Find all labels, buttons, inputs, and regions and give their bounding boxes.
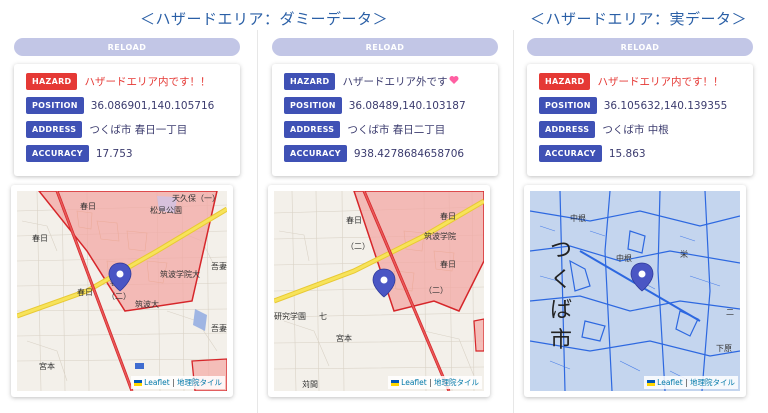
address-value: つくば市 春日二丁目 xyxy=(347,124,446,136)
title-real-data: ＜ハザードエリア：実データ＞ xyxy=(530,10,748,28)
position-value: 36.086901,140.105716 xyxy=(90,99,215,112)
attribution-separator: | xyxy=(169,378,177,387)
map-view[interactable]: 天久保（一） 春日 松見公園 春日 筑波学院大 春日 （二） 筑波大 吾妻 吾妻… xyxy=(17,191,227,391)
address-tag: ADDRESS xyxy=(284,121,341,138)
map-label: 春日 xyxy=(440,259,456,269)
reload-button[interactable]: RELOAD xyxy=(527,38,753,56)
map-view[interactable]: つ く ば 市 中根 中根 栄 下原 二 xyxy=(530,191,740,391)
map-label: 春日 xyxy=(77,287,93,297)
map-label: 筑波学院 xyxy=(424,231,456,241)
map-attribution: Leaflet | 地理院タイル xyxy=(388,376,482,389)
tiles-link[interactable]: 地理院タイル xyxy=(690,378,735,387)
flag-icon xyxy=(391,380,400,386)
map-attribution: Leaflet | 地理院タイル xyxy=(131,376,225,389)
map-label: 春日 xyxy=(440,211,456,221)
map-label: 春日 xyxy=(80,201,96,211)
map-label: 二 xyxy=(726,308,734,317)
address-tag: ADDRESS xyxy=(539,121,596,138)
map-label: 天久保（一） xyxy=(172,193,220,203)
tiles-link[interactable]: 地理院タイル xyxy=(177,378,222,387)
map-label: 七 xyxy=(319,312,327,321)
map-label: （二） xyxy=(346,242,370,251)
map-label: 中根 xyxy=(570,213,586,223)
leaflet-link[interactable]: Leaflet xyxy=(401,378,427,387)
map-label: 研究学園 xyxy=(274,311,306,321)
map-label: つ xyxy=(550,238,572,263)
hazard-value: ハザードエリア内です！！ xyxy=(84,76,211,88)
attribution-separator: | xyxy=(682,378,690,387)
reload-button[interactable]: RELOAD xyxy=(272,38,498,56)
map-label: 宮本 xyxy=(336,333,352,343)
accuracy-tag: ACCURACY xyxy=(284,145,347,162)
panel-dummy-inside: RELOAD HAZARD ハザードエリア内です！！ POSITION 36.086… xyxy=(14,38,240,176)
hazard-value: ハザードエリア外です xyxy=(342,74,459,89)
hazard-value-text: ハザードエリア外です xyxy=(342,76,448,88)
map-label: 栄 xyxy=(680,249,688,259)
position-tag: POSITION xyxy=(26,97,84,114)
flag-icon xyxy=(647,380,656,386)
map-label: 中根 xyxy=(616,253,632,263)
accuracy-tag: ACCURACY xyxy=(26,145,89,162)
map-label: （二） xyxy=(424,286,448,295)
map-label: 苅間 xyxy=(302,379,318,389)
panel-real-data: RELOAD HAZARD ハザードエリア内です！！ POSITION 36.105… xyxy=(527,38,753,176)
map-view[interactable]: 春日 （二） 筑波学院 春日 （二） 研究学園 七 宮本 苅間 春日 xyxy=(274,191,484,391)
hazard-tag: HAZARD xyxy=(539,73,591,90)
position-tag: POSITION xyxy=(539,97,597,114)
heart-icon xyxy=(449,76,459,84)
map-container[interactable]: 天久保（一） 春日 松見公園 春日 筑波学院大 春日 （二） 筑波大 吾妻 吾妻… xyxy=(11,185,233,397)
address-value: つくば市 中根 xyxy=(602,124,669,136)
map-label: 松見公園 xyxy=(150,205,182,215)
map-container[interactable]: 春日 （二） 筑波学院 春日 （二） 研究学園 七 宮本 苅間 春日 Leafl… xyxy=(268,185,490,397)
map-label: 筑波大 xyxy=(135,299,159,309)
map-label: 吾妻 xyxy=(211,261,227,271)
accuracy-value: 17.753 xyxy=(95,147,133,160)
leaflet-link[interactable]: Leaflet xyxy=(657,378,683,387)
map-label: 宮本 xyxy=(39,361,55,371)
map-label: 春日 xyxy=(32,233,48,243)
map-label: く xyxy=(550,268,572,293)
position-value: 36.105632,140.139355 xyxy=(603,99,728,112)
leaflet-link[interactable]: Leaflet xyxy=(144,378,170,387)
title-dummy-data: ＜ハザードエリア：ダミーデータ＞ xyxy=(140,10,389,28)
accuracy-value: 15.863 xyxy=(608,147,646,160)
map-label: 吾妻 xyxy=(211,323,227,333)
map-container[interactable]: つ く ば 市 中根 中根 栄 下原 二 Leaflet | 地理院タイル xyxy=(524,185,746,397)
info-card: HAZARD ハザードエリア内です！！ POSITION 36.105632,140… xyxy=(527,64,753,176)
flag-icon xyxy=(134,380,143,386)
tiles-link[interactable]: 地理院タイル xyxy=(434,378,479,387)
address-tag: ADDRESS xyxy=(26,121,83,138)
map-label: 春日 xyxy=(346,215,362,225)
hazard-tag: HAZARD xyxy=(26,73,78,90)
panel-dummy-outside: RELOAD HAZARD ハザードエリア外です POSITION 36.08489… xyxy=(272,38,498,176)
column-divider xyxy=(257,30,258,413)
map-label: 筑波学院大 xyxy=(160,269,200,279)
info-card: HAZARD ハザードエリア内です！！ POSITION 36.086901,140… xyxy=(14,64,240,176)
position-value: 36.08489,140.103187 xyxy=(348,99,466,112)
map-label: （二） xyxy=(107,292,131,301)
map-label: 下原 xyxy=(716,344,732,353)
reload-button[interactable]: RELOAD xyxy=(14,38,240,56)
position-tag: POSITION xyxy=(284,97,342,114)
hazard-tag: HAZARD xyxy=(284,73,336,90)
accuracy-value: 938.4278684658706 xyxy=(353,147,465,160)
column-divider xyxy=(513,30,514,413)
info-card: HAZARD ハザードエリア外です POSITION 36.08489,140.10… xyxy=(272,64,498,176)
address-value: つくば市 春日一丁目 xyxy=(89,124,188,136)
attribution-separator: | xyxy=(426,378,434,387)
map-label: ば xyxy=(550,298,572,323)
map-attribution: Leaflet | 地理院タイル xyxy=(644,376,738,389)
hazard-value: ハザードエリア内です！！ xyxy=(597,76,724,88)
accuracy-tag: ACCURACY xyxy=(539,145,602,162)
map-label: 市 xyxy=(550,328,572,353)
